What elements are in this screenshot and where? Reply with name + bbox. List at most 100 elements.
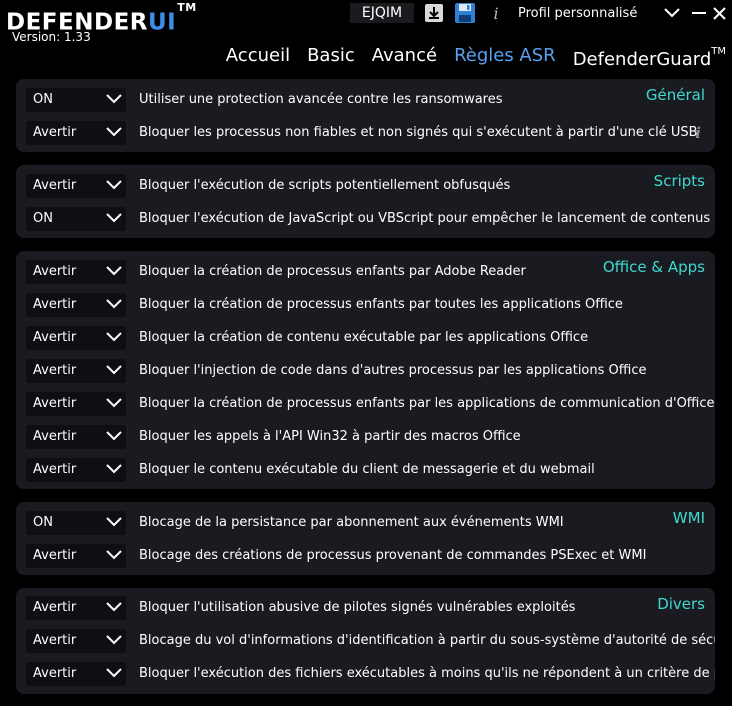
- rule-mode-select[interactable]: Avertir: [26, 662, 126, 686]
- chevron-down-icon: [106, 635, 122, 645]
- rule-row: Avertir Bloquer les appels à l'API Win32…: [16, 425, 715, 449]
- logo-accent-text: UI: [148, 9, 177, 36]
- chevron-down-icon: [106, 365, 122, 375]
- rule-mode-select[interactable]: Avertir: [26, 293, 126, 317]
- rule-row: Avertir Bloquer l'injection de code dans…: [16, 359, 715, 383]
- section-scripts: Scripts Avertir Bloquer l'exécution de s…: [16, 165, 715, 238]
- profile-dropdown-chevron-icon[interactable]: [662, 2, 682, 24]
- rule-label: Blocage du vol d'informations d'identifi…: [139, 633, 715, 648]
- rule-mode-select[interactable]: Avertir: [26, 458, 126, 482]
- rule-mode-value: Avertir: [33, 178, 77, 193]
- rule-row: Avertir Bloquer le contenu exécutable du…: [16, 458, 715, 482]
- rule-mode-value: ON: [33, 92, 53, 107]
- rule-mode-select[interactable]: ON: [26, 88, 126, 112]
- rule-mode-select[interactable]: ON: [26, 207, 126, 231]
- rule-mode-select[interactable]: Avertir: [26, 121, 126, 145]
- rule-mode-select[interactable]: Avertir: [26, 260, 126, 284]
- save-icon[interactable]: [453, 2, 477, 24]
- rule-mode-value: Avertir: [33, 666, 77, 681]
- rule-row: Avertir Bloquer la création de processus…: [16, 260, 715, 284]
- rule-label: Bloquer la création de contenu exécutabl…: [139, 330, 589, 345]
- section-divers: Divers Avertir Bloquer l'utilisation abu…: [16, 588, 715, 694]
- rule-row: ON Utiliser une protection avancée contr…: [16, 88, 715, 112]
- nav-avance[interactable]: Avancé: [372, 44, 437, 72]
- rule-row: ON Blocage de la persistance par abonnem…: [16, 511, 715, 535]
- rule-row: ON Bloquer l'exécution de JavaScript ou …: [16, 207, 715, 231]
- rule-mode-select[interactable]: Avertir: [26, 174, 126, 198]
- rule-label: Blocage des créations de processus prove…: [139, 548, 647, 563]
- rule-mode-select[interactable]: Avertir: [26, 544, 126, 568]
- nav-basic[interactable]: Basic: [307, 44, 355, 72]
- nav-defenderguard-trademark: TM: [711, 46, 726, 57]
- rule-label: Bloquer les appels à l'API Win32 à parti…: [139, 429, 521, 444]
- rule-mode-select[interactable]: Avertir: [26, 596, 126, 620]
- main-nav: Accueil Basic Avancé Règles ASR Defender…: [226, 44, 726, 72]
- download-icon[interactable]: [423, 2, 445, 24]
- chevron-down-icon: [106, 332, 122, 342]
- chevron-down-icon: [106, 602, 122, 612]
- rule-row: Avertir Bloquer la création de processus…: [16, 392, 715, 416]
- rule-info-icon[interactable]: i: [695, 124, 701, 142]
- chevron-down-icon: [106, 127, 122, 137]
- rule-row: Avertir Blocage du vol d'informations d'…: [16, 629, 715, 653]
- section-office-apps: Office & Apps Avertir Bloquer la créatio…: [16, 251, 715, 489]
- rule-mode-select[interactable]: Avertir: [26, 425, 126, 449]
- rule-mode-select[interactable]: Avertir: [26, 326, 126, 350]
- rule-row: Avertir Bloquer l'exécution de scripts p…: [16, 174, 715, 198]
- rule-mode-select[interactable]: Avertir: [26, 392, 126, 416]
- chevron-down-icon: [106, 517, 122, 527]
- rule-label: Bloquer la création de processus enfants…: [139, 396, 715, 411]
- rule-row: Avertir Bloquer la création de processus…: [16, 293, 715, 317]
- nav-defenderguard[interactable]: DefenderGuardTM: [573, 44, 726, 72]
- rule-mode-select[interactable]: Avertir: [26, 359, 126, 383]
- chevron-down-icon: [106, 180, 122, 190]
- rule-mode-value: Avertir: [33, 363, 77, 378]
- rule-label: Blocage de la persistance par abonnement…: [139, 515, 564, 530]
- rule-row: Avertir Bloquer la création de contenu e…: [16, 326, 715, 350]
- rule-label: Bloquer l'utilisation abusive de pilotes…: [139, 600, 576, 615]
- device-code[interactable]: EJQIM: [350, 3, 414, 23]
- section-general: Général ON Utiliser une protection avanc…: [16, 79, 715, 152]
- rule-label: Bloquer les processus non fiables et non…: [139, 125, 698, 140]
- rule-row: Avertir Bloquer les processus non fiable…: [16, 121, 715, 145]
- chevron-down-icon: [106, 299, 122, 309]
- close-icon[interactable]: [710, 2, 728, 24]
- rule-mode-value: Avertir: [33, 600, 77, 615]
- nav-regles-asr[interactable]: Règles ASR: [454, 44, 556, 72]
- chevron-down-icon: [106, 94, 122, 104]
- info-icon[interactable]: i: [490, 2, 502, 24]
- rule-label: Bloquer le contenu exécutable du client …: [139, 462, 595, 477]
- rule-label: Utiliser une protection avancée contre l…: [139, 92, 503, 107]
- section-wmi: WMI ON Blocage de la persistance par abo…: [16, 502, 715, 575]
- rule-mode-value: Avertir: [33, 548, 77, 563]
- logo-trademark: TM: [177, 1, 197, 14]
- nav-defenderguard-label: DefenderGuard: [572, 49, 712, 70]
- rule-row: Avertir Bloquer l'exécution des fichiers…: [16, 662, 715, 686]
- rule-mode-value: Avertir: [33, 429, 77, 444]
- rule-row: Avertir Bloquer l'utilisation abusive de…: [16, 596, 715, 620]
- nav-accueil[interactable]: Accueil: [226, 44, 290, 72]
- rule-mode-value: ON: [33, 211, 53, 226]
- app-version: Version: 1.33: [12, 30, 91, 44]
- chevron-down-icon: [106, 550, 122, 560]
- chevron-down-icon: [106, 431, 122, 441]
- rule-mode-value: Avertir: [33, 330, 77, 345]
- rule-mode-value: Avertir: [33, 297, 77, 312]
- rule-mode-value: Avertir: [33, 633, 77, 648]
- minimize-icon[interactable]: [690, 2, 708, 24]
- profile-label: Profil personnalisé: [518, 6, 638, 21]
- rule-mode-value: Avertir: [33, 462, 77, 477]
- rule-row: Avertir Blocage des créations de process…: [16, 544, 715, 568]
- rule-label: Bloquer l'exécution des fichiers exécuta…: [139, 666, 715, 681]
- chevron-down-icon: [106, 398, 122, 408]
- rule-label: Bloquer la création de processus enfants…: [139, 264, 526, 279]
- rule-mode-select[interactable]: Avertir: [26, 629, 126, 653]
- rule-label: Bloquer l'exécution de JavaScript ou VBS…: [139, 211, 715, 226]
- rule-mode-value: Avertir: [33, 396, 77, 411]
- chevron-down-icon: [106, 266, 122, 276]
- rule-label: Bloquer la création de processus enfants…: [139, 297, 623, 312]
- rule-mode-select[interactable]: ON: [26, 511, 126, 535]
- chevron-down-icon: [106, 213, 122, 223]
- rule-mode-value: Avertir: [33, 125, 77, 140]
- chevron-down-icon: [106, 668, 122, 678]
